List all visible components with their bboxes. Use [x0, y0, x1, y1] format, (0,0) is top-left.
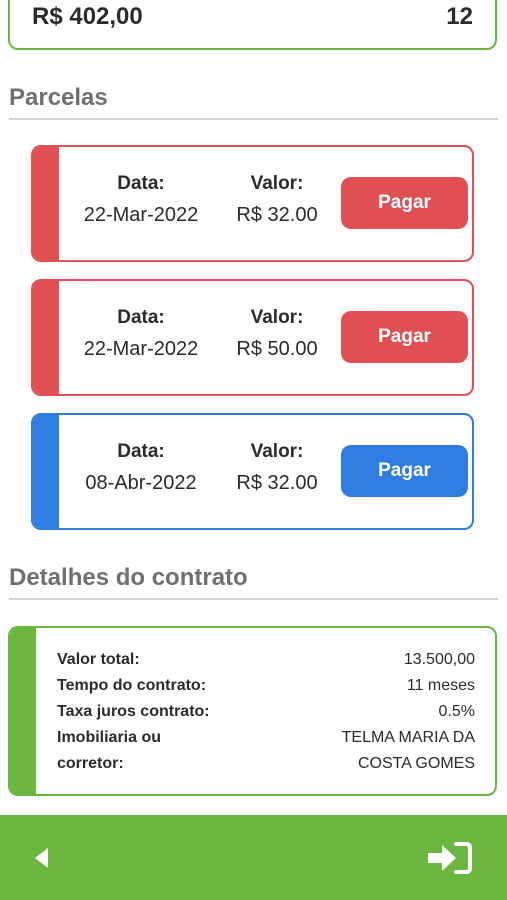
date-label: Data: — [117, 441, 165, 462]
detail-row-duration: Tempo do contrato: 11 meses — [57, 673, 475, 699]
agent-label-line-2: corretor: — [57, 755, 124, 772]
parcela-card-1: Data: 22-Mar-2022 Valor: R$ 32.00 Pagar — [31, 145, 474, 262]
date-label: Data: — [117, 307, 165, 328]
detail-row-total: Valor total: 13.500,00 — [57, 647, 475, 673]
summary-count: 12 — [446, 3, 473, 30]
sign-in-icon — [428, 842, 472, 874]
value-amount: R$ 32.00 — [236, 472, 318, 494]
summary-amount: R$ 402,00 — [32, 3, 143, 30]
agent-value-line-2: COSTA GOMES — [357, 755, 475, 772]
value-amount: R$ 32.00 — [236, 204, 318, 226]
pay-button-1[interactable]: Pagar — [341, 177, 468, 229]
parcela-card-2: Data: 22-Mar-2022 Valor: R$ 50.00 Pagar — [31, 279, 474, 396]
pay-button-2[interactable]: Pagar — [341, 311, 468, 363]
value-amount: R$ 50.00 — [236, 338, 318, 360]
back-triangle-icon — [35, 848, 48, 868]
date-value: 22-Mar-2022 — [83, 338, 199, 360]
detail-row-agent-cont: corretor: COSTA GOMES — [57, 751, 475, 777]
agent-value-line-1: TELMA MARIA DA — [341, 729, 475, 746]
status-stripe — [33, 147, 59, 260]
value-label: Valor: — [250, 173, 304, 194]
rate-label: Taxa juros contrato: — [57, 703, 210, 720]
duration-value: 11 meses — [406, 677, 475, 694]
value-label: Valor: — [250, 307, 304, 328]
value-label: Valor: — [250, 441, 304, 462]
date-label: Data: — [117, 173, 165, 194]
summary-card: R$ 402,00 12 — [8, 0, 497, 50]
rate-value: 0.5% — [438, 703, 475, 720]
sign-in-button[interactable] — [426, 840, 474, 876]
bottom-nav-bar — [0, 815, 507, 900]
status-stripe — [33, 415, 59, 528]
total-value: 13.500,00 — [403, 651, 475, 668]
detail-row-rate: Taxa juros contrato: 0.5% — [57, 699, 475, 725]
contract-title: Detalhes do contrato — [9, 564, 248, 591]
agent-label-line-1: Imobiliaria ou — [57, 729, 162, 746]
contract-divider — [9, 598, 498, 600]
total-label: Valor total: — [57, 651, 140, 668]
date-value: 08-Abr-2022 — [85, 472, 197, 494]
back-button[interactable] — [34, 845, 54, 871]
date-value: 22-Mar-2022 — [83, 204, 199, 226]
parcelas-title: Parcelas — [9, 84, 108, 111]
duration-label: Tempo do contrato: — [57, 677, 207, 694]
parcela-card-3: Data: 08-Abr-2022 Valor: R$ 32.00 Pagar — [31, 413, 474, 530]
detail-row-agent: Imobiliaria ou TELMA MARIA DA — [57, 725, 475, 751]
parcelas-divider — [9, 118, 498, 120]
status-stripe — [10, 628, 36, 794]
status-stripe — [33, 281, 59, 394]
pay-button-3[interactable]: Pagar — [341, 445, 468, 497]
contract-details-card: Valor total: 13.500,00 Tempo do contrato… — [8, 626, 497, 796]
